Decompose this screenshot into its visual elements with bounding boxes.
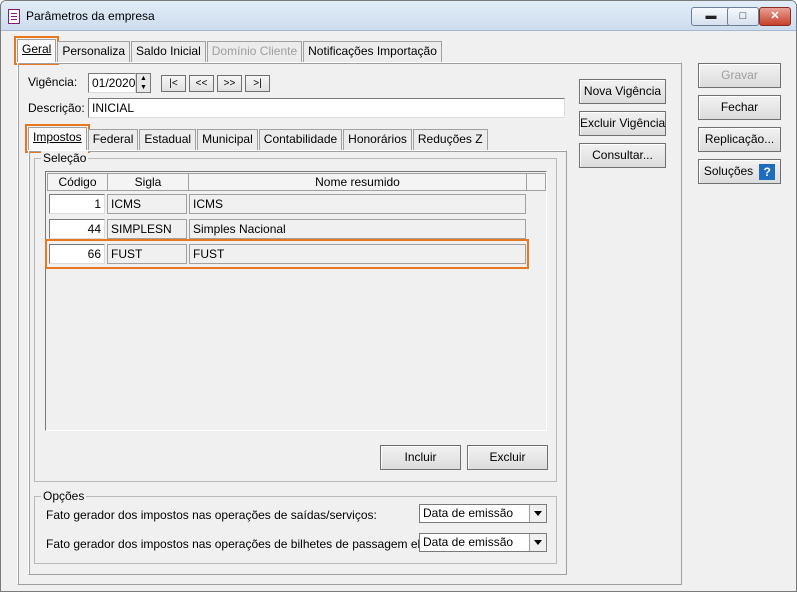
- window: Parâmetros da empresa ▬ □ ✕ Geral Person…: [0, 0, 797, 592]
- tab-federal[interactable]: Federal: [87, 129, 139, 150]
- fechar-button[interactable]: Fechar: [698, 95, 781, 120]
- chevron-down-icon[interactable]: [529, 534, 546, 551]
- excluir-vigencia-button[interactable]: Excluir Vigência: [579, 111, 666, 136]
- tab-estadual[interactable]: Estadual: [139, 129, 197, 150]
- tab-notificacoes-importacao[interactable]: Notificações Importação: [303, 41, 442, 62]
- cell-nome-resumido: FUST: [189, 244, 526, 264]
- fato-bilhetes-value: Data de emissão: [423, 535, 514, 549]
- title-bar: Parâmetros da empresa ▬ □ ✕: [1, 1, 796, 31]
- column-header-codigo[interactable]: Código: [47, 173, 108, 191]
- tab-personaliza[interactable]: Personaliza: [57, 41, 131, 62]
- window-title: Parâmetros da empresa: [26, 9, 155, 23]
- main-tabs: Geral Personaliza Saldo Inicial Domínio …: [13, 36, 443, 65]
- consultar-button[interactable]: Consultar...: [579, 143, 666, 168]
- maximize-button[interactable]: □: [727, 7, 759, 26]
- excluir-button[interactable]: Excluir: [467, 445, 548, 470]
- cell-codigo[interactable]: 44: [49, 219, 105, 239]
- help-icon: ?: [759, 163, 776, 180]
- table-row-selected[interactable]: 66 FUST FUST: [45, 239, 529, 269]
- document-icon: [8, 9, 20, 24]
- table-row[interactable]: 44 SIMPLESN Simples Nacional: [48, 217, 526, 241]
- fato-saidas-value: Data de emissão: [423, 506, 514, 520]
- table-row[interactable]: 1 ICMS ICMS: [48, 192, 526, 216]
- column-header-filler: [526, 173, 546, 191]
- minimize-button[interactable]: ▬: [691, 7, 731, 26]
- previous-vigencia-button[interactable]: <<: [189, 75, 214, 92]
- descricao-input[interactable]: INICIAL: [88, 98, 565, 118]
- fato-saidas-select[interactable]: Data de emissão: [419, 504, 547, 523]
- cell-sigla: SIMPLESN: [107, 219, 187, 239]
- nova-vigencia-button[interactable]: Nova Vigência: [579, 79, 666, 104]
- fato-saidas-label: Fato gerador dos impostos nas operações …: [46, 508, 377, 522]
- descricao-label: Descrição:: [28, 101, 85, 115]
- tab-reducoes-z[interactable]: Reduções Z: [412, 129, 488, 150]
- replicacao-button[interactable]: Replicação...: [698, 127, 781, 152]
- column-header-sigla[interactable]: Sigla: [107, 173, 189, 191]
- solucoes-label: Soluções: [703, 164, 754, 178]
- incluir-button[interactable]: Incluir: [380, 445, 461, 470]
- opcoes-label: Opções: [41, 489, 87, 503]
- tab-municipal[interactable]: Municipal: [197, 129, 258, 150]
- next-vigencia-button[interactable]: >>: [217, 75, 242, 92]
- cell-sigla: FUST: [107, 244, 187, 264]
- tab-geral[interactable]: Geral: [13, 36, 60, 65]
- fato-bilhetes-label: Fato gerador dos impostos nas operações …: [46, 537, 467, 551]
- gravar-button: Gravar: [698, 63, 781, 88]
- chevron-down-icon[interactable]: [529, 505, 546, 522]
- last-vigencia-button[interactable]: >|: [245, 75, 270, 92]
- tab-impostos[interactable]: Impostos: [25, 124, 90, 153]
- first-vigencia-button[interactable]: |<: [161, 75, 186, 92]
- close-button[interactable]: ✕: [759, 7, 791, 26]
- column-header-nome-resumido[interactable]: Nome resumido: [188, 173, 527, 191]
- fato-bilhetes-select[interactable]: Data de emissão: [419, 533, 547, 552]
- cell-nome-resumido: Simples Nacional: [189, 219, 526, 239]
- tab-dominio-cliente: Domínio Cliente: [206, 41, 303, 62]
- cell-codigo[interactable]: 1: [49, 194, 105, 214]
- vigencia-input[interactable]: 01/2020: [88, 73, 136, 93]
- sub-tabs: Impostos Federal Estadual Municipal Cont…: [25, 124, 489, 153]
- selecao-label: Seleção: [41, 151, 89, 165]
- cell-nome-resumido: ICMS: [189, 194, 526, 214]
- vigencia-spinner[interactable]: ▲ ▼: [136, 73, 151, 93]
- tab-contabilidade[interactable]: Contabilidade: [258, 129, 343, 150]
- tab-saldo-inicial[interactable]: Saldo Inicial: [131, 41, 206, 62]
- vigencia-label: Vigência:: [28, 75, 78, 89]
- tab-honorarios[interactable]: Honorários: [343, 129, 412, 150]
- cell-codigo[interactable]: 66: [49, 244, 105, 264]
- cell-sigla: ICMS: [107, 194, 187, 214]
- solucoes-button[interactable]: Soluções?: [698, 159, 781, 184]
- impostos-grid: Código Sigla Nome resumido 1 ICMS ICMS 4…: [45, 171, 547, 431]
